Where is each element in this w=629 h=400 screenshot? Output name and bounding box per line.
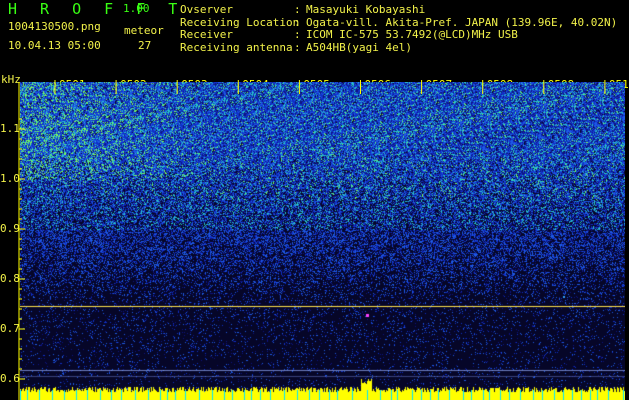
plot-overlay [18,80,606,400]
